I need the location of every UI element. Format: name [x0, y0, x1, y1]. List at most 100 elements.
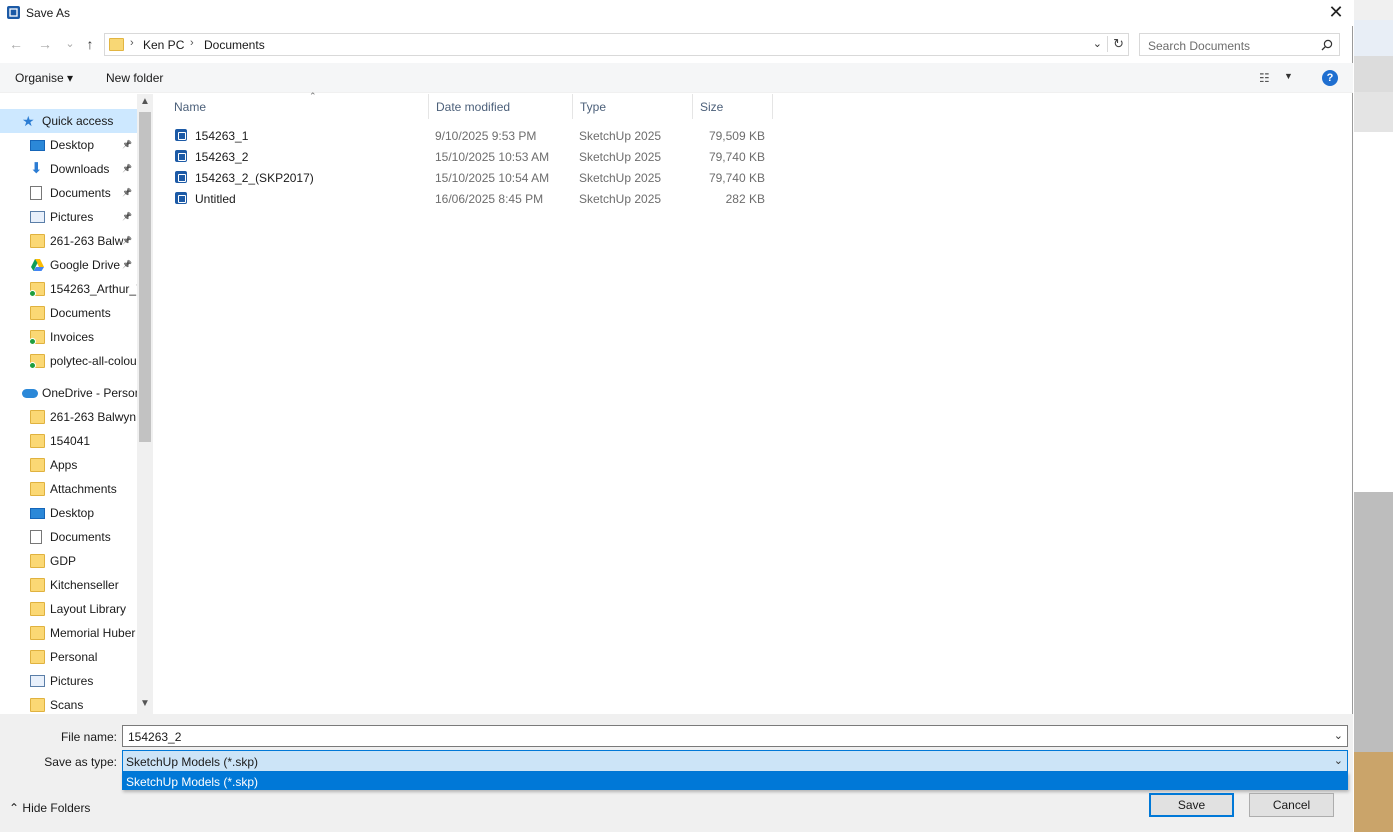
sidebar-item[interactable]: 261-263 Balwyn	[0, 405, 137, 429]
folder-icon	[30, 698, 45, 712]
chevron-down-icon[interactable]: ⌄	[1093, 37, 1102, 50]
file-type: SketchUp 2025	[579, 192, 662, 206]
column-header-name[interactable]: Name ⌃	[167, 91, 429, 119]
file-name: 154263_2_(SKP2017)	[195, 171, 314, 185]
forward-arrow-icon[interactable]: →	[37, 36, 53, 52]
sidebar-item-label: Documents	[50, 306, 111, 320]
sidebar-item[interactable]: Kitchenseller	[0, 573, 137, 597]
folder-icon	[30, 234, 45, 248]
sidebar-item-label: Pictures	[50, 210, 94, 224]
sidebar-item[interactable]: Attachments	[0, 477, 137, 501]
sidebar-item-label: Documents	[50, 186, 111, 200]
address-bar[interactable]: › Ken PC › Documents ⌄ ↻	[104, 33, 1129, 56]
save-button[interactable]: Save	[1149, 793, 1234, 817]
sidebar-item[interactable]: Documents 📌	[0, 181, 137, 205]
breadcrumb-documents[interactable]: Documents	[204, 38, 265, 52]
breadcrumb-ken-pc[interactable]: Ken PC	[143, 38, 184, 52]
sidebar-item-label: Downloads	[50, 162, 110, 176]
column-header-size[interactable]: Size	[693, 94, 773, 119]
save-as-type-select[interactable]: SketchUp Models (*.skp) ⌄	[122, 750, 1348, 772]
sidebar-item-label: Scans	[50, 698, 84, 712]
scroll-up-icon[interactable]: ▲	[139, 96, 151, 107]
pin-icon[interactable]: 📌	[122, 140, 132, 149]
chevron-down-icon[interactable]: ⌄	[1334, 729, 1343, 742]
search-icon	[1321, 39, 1333, 51]
up-arrow-icon[interactable]: ↑	[82, 36, 98, 52]
column-header-date-modified[interactable]: Date modified	[429, 94, 573, 119]
navigation-pane-scrollbar[interactable]: ▲ ▼	[137, 94, 153, 714]
sidebar-item[interactable]: ★ Quick access	[0, 109, 137, 133]
file-list: Name ⌃ Date modified Type Size 154263_1 9…	[153, 91, 1353, 714]
sidebar-item[interactable]: 154041	[0, 429, 137, 453]
sidebar-item[interactable]: Apps	[0, 453, 137, 477]
file-name-value[interactable]: 154263_2	[128, 730, 181, 744]
sidebar-item[interactable]: Pictures	[0, 669, 137, 693]
new-folder-button[interactable]: New folder	[106, 71, 163, 85]
pin-icon[interactable]: 📌	[122, 236, 132, 245]
sidebar-item-label: Quick access	[42, 114, 114, 128]
sidebar-item[interactable]: Invoices	[0, 325, 137, 349]
save-as-type-option-label: SketchUp Models (*.skp)	[126, 775, 259, 789]
sidebar-item-label: Desktop	[50, 506, 95, 520]
file-row[interactable]: Untitled 16/06/2025 8:45 PM SketchUp 2025 2…	[170, 188, 770, 209]
sidebar-item[interactable]: 154263_Arthur_7	[0, 277, 137, 301]
sidebar-item[interactable]: Memorial Huber	[0, 621, 137, 645]
file-row[interactable]: 154263_2_(SKP2017) 15/10/2025 10:54 AM Ske…	[170, 167, 770, 188]
navigation-pane: ★ Quick access Desktop 📌 ⬇ Downloads 📌 Document…	[0, 94, 137, 714]
file-row[interactable]: 154263_2 15/10/2025 10:53 AM SketchUp 2025…	[170, 146, 770, 167]
sidebar-item[interactable]: OneDrive - Person	[0, 381, 137, 405]
pin-icon[interactable]: 📌	[122, 164, 132, 173]
sidebar-item-label: Personal	[50, 650, 98, 664]
search-box[interactable]: Search Documents	[1139, 33, 1340, 56]
back-arrow-icon[interactable]: ←	[8, 36, 24, 52]
cancel-button[interactable]: Cancel	[1249, 793, 1334, 817]
file-row[interactable]: 154263_1 9/10/2025 9:53 PM SketchUp 2025 79…	[170, 125, 770, 146]
sketchup-file-icon	[175, 171, 187, 183]
column-header-type[interactable]: Type	[573, 94, 693, 119]
close-icon[interactable]: ✕	[1325, 2, 1347, 24]
sidebar-item[interactable]: Desktop 📌	[0, 133, 137, 157]
help-icon[interactable]: ?	[1322, 70, 1338, 86]
sidebar-item[interactable]: 261-263 Balw 📌	[0, 229, 137, 253]
view-options-icon[interactable]: ☷	[1259, 71, 1270, 85]
chevron-down-icon[interactable]: ⌄	[1334, 754, 1343, 767]
file-date: 15/10/2025 10:54 AM	[435, 171, 550, 185]
recent-locations-chevron-icon[interactable]: ⌄	[62, 36, 78, 52]
sidebar-item[interactable]: Pictures 📌	[0, 205, 137, 229]
sidebar-item[interactable]: GDP	[0, 549, 137, 573]
sketchup-app-icon	[7, 6, 20, 19]
save-as-type-label: Save as type:	[44, 755, 117, 769]
navigation-bar: ← → ⌄ ↑ › Ken PC › Documents ⌄ ↻ Search …	[0, 32, 1353, 58]
onedrive-icon	[22, 389, 38, 398]
sidebar-item[interactable]: Personal	[0, 645, 137, 669]
sidebar-item[interactable]: Scans	[0, 693, 137, 714]
sidebar-item[interactable]: ⬇ Downloads 📌	[0, 157, 137, 181]
chevron-down-icon[interactable]: ▼	[1284, 71, 1293, 81]
sidebar-item[interactable]: Layout Library	[0, 597, 137, 621]
sidebar-item-label: Pictures	[50, 674, 94, 688]
scroll-down-icon[interactable]: ▼	[139, 698, 151, 709]
desktop-icon	[30, 140, 45, 151]
desktop-icon	[30, 508, 45, 519]
refresh-icon[interactable]: ↻	[1107, 36, 1124, 52]
pin-icon[interactable]: 📌	[122, 212, 132, 221]
file-size: 79,509 KB	[708, 129, 765, 143]
file-name: 154263_2	[195, 150, 249, 164]
background-canvas	[1354, 492, 1393, 752]
organise-button[interactable]: Organise ▾	[15, 71, 73, 85]
hide-folders-button[interactable]: ⌃ Hide Folders	[9, 801, 90, 815]
breadcrumb-separator-icon: ›	[190, 37, 194, 49]
search-input[interactable]: Search Documents	[1148, 39, 1250, 53]
sidebar-item[interactable]: Documents	[0, 301, 137, 325]
scrollbar-thumb[interactable]	[139, 112, 151, 442]
pin-icon[interactable]: 📌	[122, 260, 132, 269]
pin-icon[interactable]: 📌	[122, 188, 132, 197]
sidebar-item[interactable]: Desktop	[0, 501, 137, 525]
file-name-field[interactable]: 154263_2 ⌄	[122, 725, 1348, 747]
sidebar-item[interactable]: polytec-all-colou	[0, 349, 137, 373]
sidebar-item[interactable]: Google Drive 📌	[0, 253, 137, 277]
document-icon	[30, 530, 42, 544]
save-as-type-option[interactable]: SketchUp Models (*.skp)	[122, 772, 1348, 790]
sidebar-item[interactable]: Documents	[0, 525, 137, 549]
sidebar-item-label: 261-263 Balwyn	[50, 410, 137, 424]
